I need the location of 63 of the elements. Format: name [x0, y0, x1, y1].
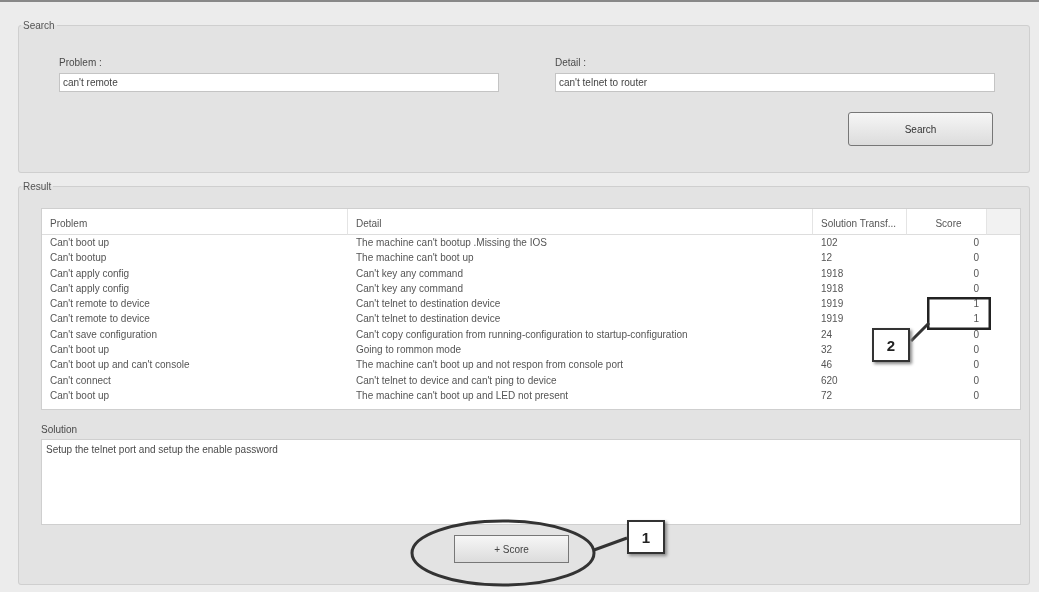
table-cell: Can't save configuration	[50, 328, 157, 340]
leader-line	[910, 322, 930, 342]
table-cell: 0	[973, 252, 979, 264]
table-cell: Going to rommon mode	[356, 344, 462, 356]
table-cell: Can't boot up	[50, 389, 110, 401]
search-button[interactable]: Search	[848, 112, 993, 146]
table-cell: The machine can't bootup .Missing the IOS	[356, 237, 547, 248]
table-cell: 0	[973, 374, 979, 386]
table-cell: The machine can't boot up and LED not present	[356, 389, 569, 401]
table-cell: Can't remote to device	[50, 298, 150, 310]
table-cell: 24	[821, 328, 833, 340]
table-cell: 1919	[821, 313, 844, 325]
table-cell: 102	[821, 237, 838, 248]
table-cell: 0	[973, 359, 979, 371]
table-cell: Can't boot up	[50, 237, 110, 248]
table-cell: The machine can't boot up	[356, 252, 474, 264]
table-cell: Can't connect	[50, 374, 111, 386]
group-title: Search	[22, 20, 56, 31]
table-cell: Can't key any command	[356, 282, 463, 294]
table-cell: 1918	[821, 267, 844, 279]
highlight-rectangle	[927, 297, 991, 330]
table-cell: 32	[821, 344, 833, 356]
table-cell: Can't key any command	[356, 267, 463, 279]
table-cell: Can't bootup	[50, 252, 107, 264]
table-cell: Can't telnet to device and can't ping to device	[356, 374, 557, 386]
column-header[interactable]: Detail	[348, 209, 813, 235]
field-label: Detail :	[555, 57, 588, 68]
solution-field[interactable]: Setup the telnet port and setup the enable password	[41, 439, 1021, 526]
table-cell: 0	[973, 389, 979, 401]
table-cell: 620	[821, 374, 838, 386]
callout-label: 2	[872, 328, 910, 362]
table-cell: 0	[973, 328, 979, 340]
column-header[interactable]: Solution Transf...	[813, 209, 907, 235]
table-cell: Can't copy configuration from running-configuration to startup-configuration	[356, 328, 688, 340]
table-cell: 1918	[821, 282, 844, 294]
callout-label: 1	[627, 520, 665, 554]
table-cell: 1	[973, 298, 979, 310]
table-cell: Can't apply config	[50, 267, 130, 279]
table-cell: Can't telnet to destination device	[356, 313, 501, 325]
table-cell: 46	[821, 359, 833, 371]
problem-field[interactable]: can't remote	[59, 73, 499, 92]
table-cell: Can't boot up	[50, 344, 110, 356]
table-cell: 0	[973, 282, 979, 294]
detail-field[interactable]: can't telnet to router	[555, 73, 995, 92]
table-cell: 1919	[821, 298, 844, 310]
header-filler	[987, 209, 1020, 235]
table-cell: 0	[973, 237, 979, 248]
table-cell: Can't boot up and can't console	[50, 359, 190, 371]
table-cell: 0	[973, 267, 979, 279]
score-button[interactable]: + Score	[454, 535, 569, 564]
leader-line	[594, 537, 628, 551]
table-cell: 72	[821, 389, 833, 401]
table-cell: 0	[973, 344, 979, 356]
table-cell: 12	[821, 252, 833, 264]
table-cell: Can't apply config	[50, 282, 130, 294]
table-cell: The machine can't boot up and not respon from console port	[356, 359, 624, 371]
table-cell: Can't telnet to destination device	[356, 298, 501, 310]
field-label: Problem :	[59, 57, 103, 68]
table-cell: Can't remote to device	[50, 313, 150, 325]
column-header[interactable]: Problem	[42, 209, 348, 235]
group-title: Result	[22, 181, 53, 192]
table-cell: 1	[973, 313, 979, 325]
field-label: Solution	[41, 424, 79, 436]
